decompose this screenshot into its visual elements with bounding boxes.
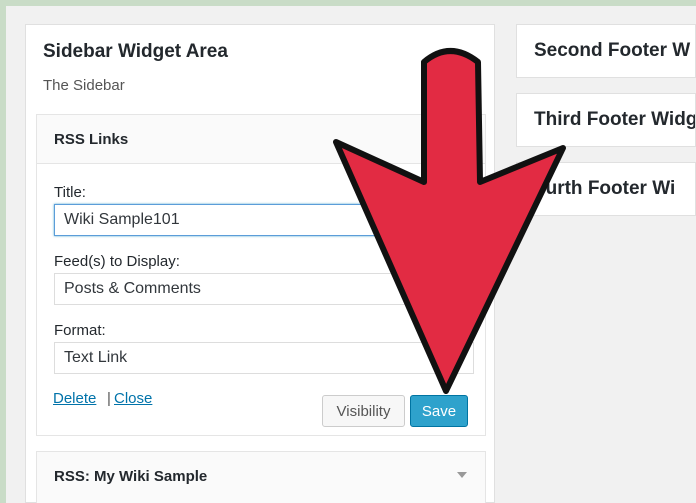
rss-widget: RSS Links Title: Wiki Sample101 Feed(s) …	[36, 114, 486, 436]
area-title: Third Footer Widg	[534, 109, 696, 130]
sidebar-widget-area: Sidebar Widget Area The Sidebar RSS Link…	[25, 24, 495, 503]
save-button[interactable]: Save	[410, 395, 468, 427]
feeds-label: Feed(s) to Display:	[54, 253, 180, 270]
close-link[interactable]: Close	[114, 390, 152, 407]
widget-title: RSS: My Wiki Sample	[54, 468, 208, 485]
rss-widget-collapsed[interactable]: RSS: My Wiki Sample	[36, 451, 486, 503]
format-select[interactable]: Text Link	[54, 342, 474, 374]
footer-area-second[interactable]: Second Footer W	[516, 24, 696, 78]
format-label: Format:	[54, 322, 106, 339]
footer-area-third[interactable]: Third Footer Widg	[516, 93, 696, 147]
area-title: ourth Footer Wi	[534, 178, 676, 199]
area-title: Second Footer W	[534, 40, 691, 61]
delete-link[interactable]: Delete	[53, 390, 96, 407]
footer-area-fourth[interactable]: ourth Footer Wi	[516, 162, 696, 216]
widgets-screen: Sidebar Widget Area The Sidebar RSS Link…	[6, 6, 696, 503]
area-description: The Sidebar	[43, 77, 125, 94]
link-separator: |	[107, 390, 111, 407]
visibility-button[interactable]: Visibility	[322, 395, 405, 427]
chevron-down-icon[interactable]	[457, 472, 467, 478]
feeds-select[interactable]: Posts & Comments	[54, 273, 474, 305]
area-title[interactable]: Sidebar Widget Area	[43, 41, 228, 63]
widget-title: RSS Links	[54, 131, 129, 148]
widget-header[interactable]: RSS Links	[37, 115, 485, 164]
title-label: Title:	[54, 184, 86, 201]
title-input[interactable]: Wiki Sample101	[54, 204, 474, 236]
